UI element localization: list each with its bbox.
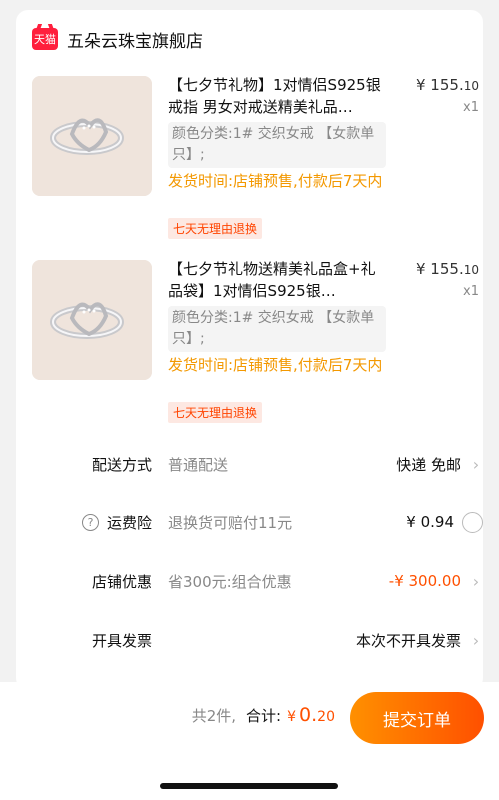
order-card: 天猫 五朵云珠宝旗舰店 【七夕节礼物】1对情侣S925银戒指 男女对戒送精美礼品… [16, 10, 483, 690]
checkout-bar: 共2件, 合计: ¥ 0.20 提交订单 [0, 682, 499, 800]
product-item[interactable]: 【七夕节礼物】1对情侣S925银戒指 男女对戒送精美礼品… ¥ 155.10 x… [32, 74, 483, 254]
chevron-right-icon: › [472, 454, 480, 474]
delivery-method: 普通配送 [168, 455, 229, 474]
delivery-row[interactable]: 配送方式 普通配送 快递 免邮 › [32, 444, 483, 484]
shop-header[interactable]: 天猫 五朵云珠宝旗舰店 [32, 24, 203, 54]
order-confirm-page: 天猫 五朵云珠宝旗舰店 【七夕节礼物】1对情侣S925银戒指 男女对戒送精美礼品… [0, 0, 499, 800]
ring-image-icon [32, 260, 152, 380]
product-sku[interactable]: 颜色分类:1# 交织女戒 【女款单只】; [168, 306, 386, 352]
product-quantity: x1 [463, 100, 479, 115]
product-image[interactable] [32, 76, 152, 196]
refund-badge: 七天无理由退换 [168, 218, 263, 239]
product-sku[interactable]: 颜色分类:1# 交织女戒 【女款单只】; [168, 122, 386, 168]
discount-desc: 省300元:组合优惠 [168, 572, 292, 591]
product-price: ¥ 155.10 [416, 260, 479, 278]
invoice-row[interactable]: 开具发票 本次不开具发票 › [32, 620, 483, 660]
product-price: ¥ 155.10 [416, 76, 479, 94]
product-item[interactable]: 【七夕节礼物送精美礼品盒+礼品袋】1对情侣S925银… ¥ 155.10 x1 … [32, 258, 483, 438]
currency-symbol: ¥ [287, 709, 297, 725]
shipping-time: 发货时间:店铺预售,付款后7天内 [168, 356, 383, 374]
shop-name[interactable]: 五朵云珠宝旗舰店 [67, 27, 203, 52]
help-icon[interactable]: ? [81, 513, 99, 531]
refund-badge: 七天无理由退换 [168, 402, 263, 423]
invoice-label: 开具发票 [91, 631, 152, 650]
chevron-right-icon: › [472, 630, 480, 650]
product-title[interactable]: 【七夕节礼物】1对情侣S925银戒指 男女对戒送精美礼品… [168, 74, 388, 118]
insurance-label-group: ? 运费险 [32, 512, 152, 533]
tmall-logo-icon: 天猫 [32, 28, 58, 50]
product-image[interactable] [32, 260, 152, 380]
total-amount: 0.20 [299, 704, 335, 726]
chevron-right-icon: › [472, 571, 480, 591]
discount-label: 店铺优惠 [91, 572, 152, 591]
shipping-insurance-row[interactable]: ? 运费险 退换货可赔付11元 ¥ 0.94 [32, 502, 483, 542]
delivery-value: 快递 免邮 [396, 455, 461, 474]
item-count: 共2件, [191, 707, 237, 725]
ring-image-icon [32, 76, 152, 196]
shipping-time: 发货时间:店铺预售,付款后7天内 [168, 172, 383, 190]
product-quantity: x1 [463, 284, 479, 299]
discount-value: -¥ 300.00 [388, 572, 461, 590]
total-label: 合计: [246, 707, 282, 725]
home-indicator[interactable] [160, 783, 338, 789]
insurance-radio[interactable] [462, 511, 483, 533]
insurance-value: ¥ 0.94 [406, 513, 454, 531]
submit-order-button[interactable]: 提交订单 [350, 692, 484, 744]
product-title[interactable]: 【七夕节礼物送精美礼品盒+礼品袋】1对情侣S925银… [168, 258, 388, 302]
order-summary: 共2件, 合计: ¥ 0.20 [192, 704, 335, 726]
insurance-desc: 退换货可赔付11元 [168, 513, 293, 532]
insurance-label: 运费险 [106, 513, 152, 532]
invoice-value: 本次不开具发票 [355, 631, 461, 650]
shop-discount-row[interactable]: 店铺优惠 省300元:组合优惠 -¥ 300.00 › [32, 561, 483, 601]
delivery-label: 配送方式 [91, 455, 152, 474]
